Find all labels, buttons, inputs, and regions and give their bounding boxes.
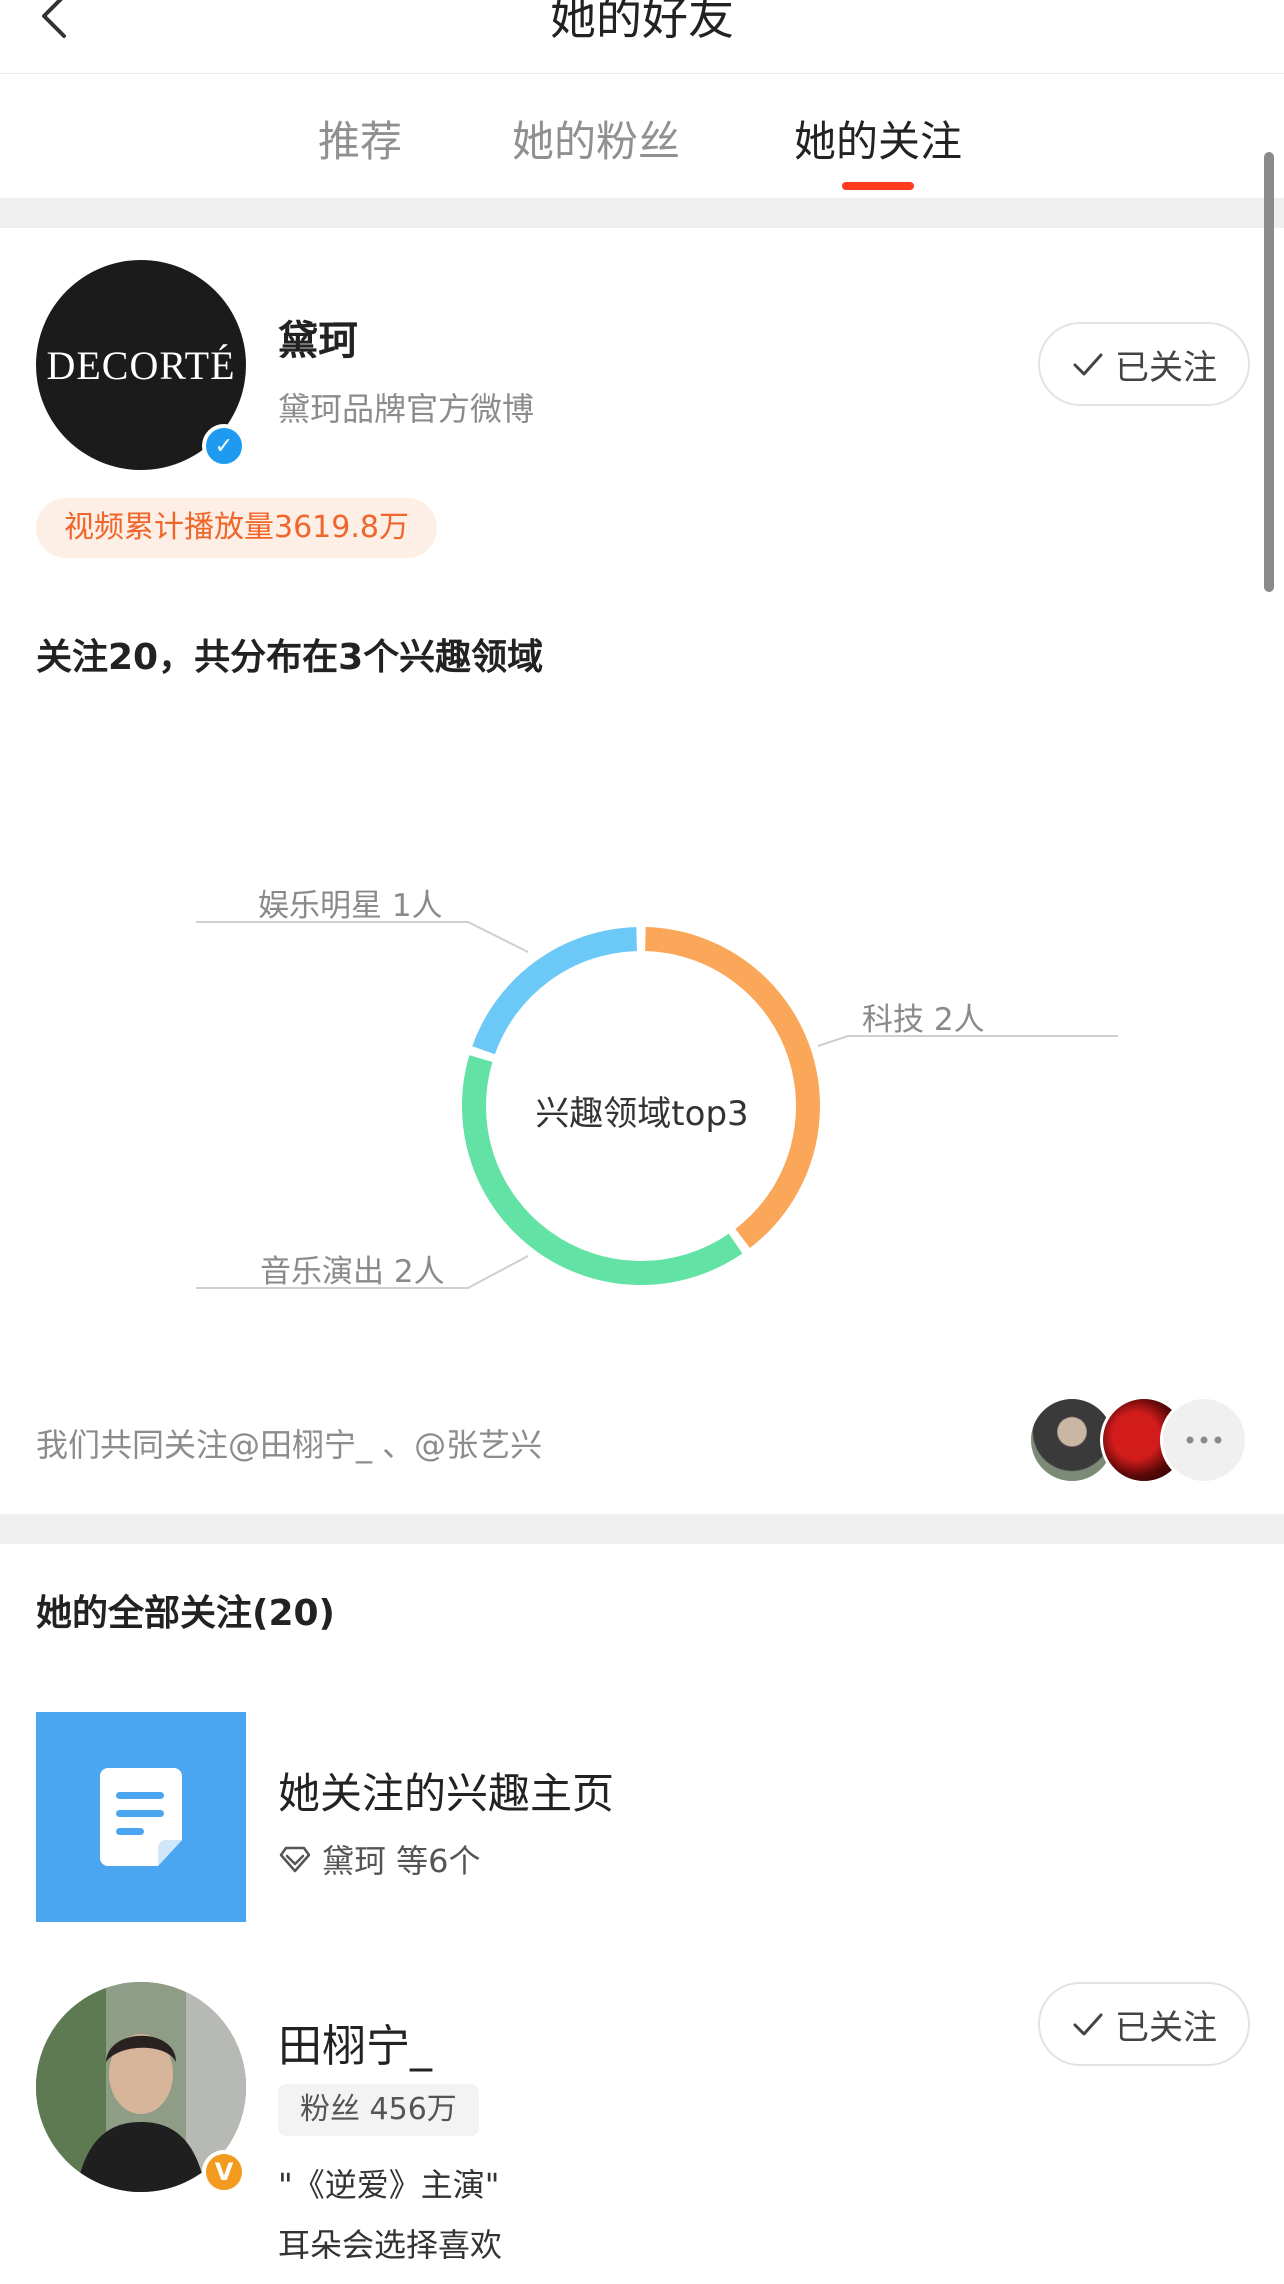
diamond-icon [279,1846,311,1873]
check-icon [1073,2013,1103,2036]
followed-label: 已关注 [1115,347,1217,388]
profile-description: 黛珂品牌官方微博 [278,390,535,428]
profile-name[interactable]: 黛珂 [278,308,358,366]
active-tab-indicator [842,182,914,190]
interest-heading: 关注20，共分布在3个兴趣领域 [36,637,544,678]
tab-recommend[interactable]: 推荐 [318,108,402,169]
page-title: 她的好友 [550,0,734,45]
check-icon [1073,353,1103,376]
document-icon [100,1768,182,1866]
leader-line-entertainment [196,921,529,953]
more-dots-icon [1186,1436,1222,1444]
interest-page-sub-text: 黛珂 等6个 [322,1842,481,1880]
interest-page-tile[interactable] [36,1712,246,1922]
interest-page-sub: 黛珂 等6个 [278,1836,481,1882]
interest-page-title[interactable]: 她关注的兴趣主页 [278,1760,614,1821]
tab-bar: 推荐 她的粉丝 她的关注 [0,74,1284,198]
more-mutual-button[interactable] [1160,1396,1248,1484]
interest-donut-chart [196,921,1118,1289]
user-name[interactable]: 田栩宁_ [278,2010,432,2074]
chart-label-tech: 科技 2人 [862,1002,985,1038]
user-bio-line: "《逆爱》主演" [278,2166,500,2204]
followed-button[interactable]: 已关注 [1038,1982,1250,2066]
verified-badge-icon: ✓ [202,424,246,468]
fans-count-tag: 粉丝 456万 [278,2084,479,2136]
donut-segment-entertainment [472,927,638,1055]
scrollbar[interactable] [1264,152,1274,592]
mutual-follows-text[interactable]: 我们共同关注@田栩宁_ 、@张艺兴 [36,1420,542,1466]
all-follows-heading: 她的全部关注(20) [36,1593,336,1634]
video-plays-badge: 视频累计播放量3619.8万 [36,498,437,558]
tab-her-follows[interactable]: 她的关注 [794,108,962,169]
followed-label: 已关注 [1115,2007,1217,2048]
section-divider [0,1514,1284,1544]
section-divider [0,198,1284,228]
followed-button[interactable]: 已关注 [1038,322,1250,406]
brand-logo-text: DECORTÉ [46,342,236,388]
top-bar: 她的好友 [0,0,1284,74]
user-bio-line: 耳朵会选择喜欢 [278,2226,503,2264]
donut-center-label: 兴趣领域top3 [535,1094,749,1134]
chart-label-entertainment: 娱乐明星 1人 [258,888,443,924]
verified-badge-icon: V [202,2150,246,2194]
chart-label-music: 音乐演出 2人 [260,1254,445,1290]
tab-her-fans[interactable]: 她的粉丝 [512,108,680,169]
